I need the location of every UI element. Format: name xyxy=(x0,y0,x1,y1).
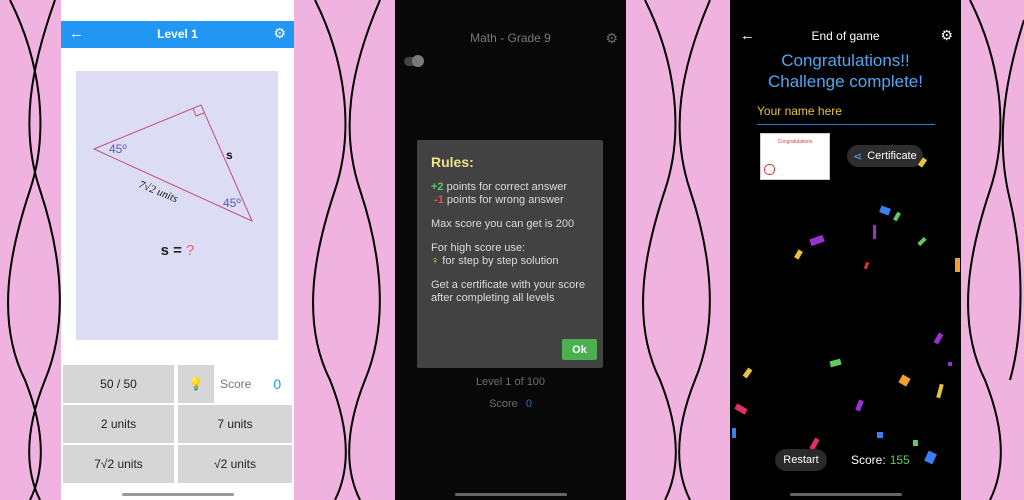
confetti-piece xyxy=(933,332,944,345)
phone-rules-screen: Math - Grade 9 ⚙ Rules: +2 points for co… xyxy=(395,0,626,500)
page-title: Math - Grade 9 xyxy=(470,31,551,45)
confetti-piece xyxy=(924,450,937,465)
score-display: Score 0 xyxy=(395,398,626,410)
hint-bulb-button[interactable]: 💡 xyxy=(178,365,214,403)
lightbulb-icon: 💡 xyxy=(188,377,204,391)
hypotenuse-label: 7√2 units xyxy=(137,179,180,206)
plus-points: +2 xyxy=(431,181,444,193)
name-input[interactable]: Your name here xyxy=(757,104,935,125)
settings-gear-icon[interactable]: ⚙ xyxy=(273,25,286,42)
rules-title: Rules: xyxy=(431,154,474,170)
rule-high-score-intro: For high score use: xyxy=(431,242,526,254)
page-title: End of game xyxy=(811,29,880,43)
angle-top-label: 45º xyxy=(109,142,127,156)
confetti-piece xyxy=(809,234,825,247)
step-text: for step by step solution xyxy=(439,255,559,267)
certificate-share-button[interactable]: ⋖ Certificate xyxy=(847,145,923,167)
score-value: 0 xyxy=(273,376,282,392)
toggle-knob xyxy=(412,55,424,67)
confetti-piece xyxy=(955,258,960,272)
plus-text: points for correct answer xyxy=(443,181,568,193)
rule-certificate: Get a certificate with your score after … xyxy=(431,279,586,304)
score-value: 155 xyxy=(889,453,910,467)
score-label: Score xyxy=(489,398,518,410)
app-bar: ← Level 1 ⚙ xyxy=(61,21,294,48)
confetti-piece xyxy=(893,211,901,222)
home-indicator xyxy=(121,493,234,496)
certificate-seal-icon xyxy=(764,164,775,175)
congrats-line-1: Congratulations!! xyxy=(781,51,910,70)
question-text: s = ? xyxy=(61,242,294,259)
certificate-button-label: Certificate xyxy=(867,150,917,162)
minus-points: -1 xyxy=(434,194,444,206)
confetti-piece xyxy=(863,261,870,270)
phone-quiz-screen: ← Level 1 ⚙ 45º 45º s 7√2 units s = ? 50… xyxy=(61,0,294,500)
answer-option-4[interactable]: √2 units xyxy=(178,445,292,483)
fifty-fifty-button[interactable]: 50 / 50 xyxy=(63,365,174,403)
score-panel: Score 0 xyxy=(214,365,292,403)
score-value: 0 xyxy=(525,398,532,410)
congrats-line-2: Challenge complete! xyxy=(768,72,923,91)
home-indicator xyxy=(789,493,902,496)
answer-option-3[interactable]: 7√2 units xyxy=(63,445,174,483)
level-indicator: Level 1 of 100 xyxy=(475,376,546,388)
triangle-figure: 45º 45º s 7√2 units xyxy=(76,71,278,340)
congratulations-heading: Congratulations!! Challenge complete! xyxy=(730,50,961,92)
phone-end-screen: ← End of game ⚙ Congratulations!! Challe… xyxy=(730,0,961,500)
question-mark: ? xyxy=(186,242,195,259)
minus-text: points for wrong answer xyxy=(443,194,564,206)
rule-minus: -1 points for wrong answer xyxy=(431,194,596,207)
confetti-piece xyxy=(855,399,864,412)
certificate-thumbnail[interactable]: Congratulations xyxy=(760,133,830,180)
confetti-piece xyxy=(829,358,842,368)
score-label: Score: xyxy=(851,453,886,467)
answer-option-1[interactable]: 2 units xyxy=(63,405,174,443)
rule-plus: +2 points for correct answer xyxy=(431,181,596,194)
confetti-piece xyxy=(877,432,883,438)
settings-gear-icon[interactable]: ⚙ xyxy=(940,27,953,44)
confetti-piece xyxy=(936,383,944,399)
triangle-diagram: 45º 45º s 7√2 units xyxy=(92,104,253,222)
angle-bottom-label: 45º xyxy=(223,196,241,210)
confetti-piece xyxy=(734,403,748,415)
home-indicator xyxy=(454,493,567,496)
lightbulb-icon: ♀ xyxy=(431,255,440,267)
answer-option-2[interactable]: 7 units xyxy=(178,405,292,443)
restart-button[interactable]: Restart xyxy=(775,449,827,471)
final-score: Score: 155 xyxy=(851,453,910,467)
ok-button[interactable]: Ok xyxy=(562,339,597,360)
rule-step-solution: ♀ for step by step solution xyxy=(431,255,596,268)
confetti-piece xyxy=(742,367,753,379)
status-bar xyxy=(61,0,294,21)
side-label: s xyxy=(226,148,233,162)
rule-max-score: Max score you can get is 200 xyxy=(431,218,575,230)
confetti-piece xyxy=(879,205,891,216)
rules-dialog: Rules: +2 points for correct answer -1 p… xyxy=(417,140,603,368)
question-lhs: s = xyxy=(160,242,182,259)
confetti-piece xyxy=(873,225,876,239)
settings-gear-icon[interactable]: ⚙ xyxy=(605,30,618,47)
share-icon: ⋖ xyxy=(853,150,863,163)
confetti-piece xyxy=(917,236,927,247)
certificate-thumb-title: Congratulations xyxy=(777,139,813,145)
page-title: Level 1 xyxy=(157,27,198,41)
confetti-piece xyxy=(913,440,918,446)
confetti-piece xyxy=(948,362,952,366)
confetti-piece xyxy=(898,374,911,387)
confetti-piece xyxy=(794,249,803,260)
theme-toggle[interactable] xyxy=(404,55,424,67)
score-label: Score xyxy=(220,377,252,391)
confetti-piece xyxy=(732,428,736,438)
